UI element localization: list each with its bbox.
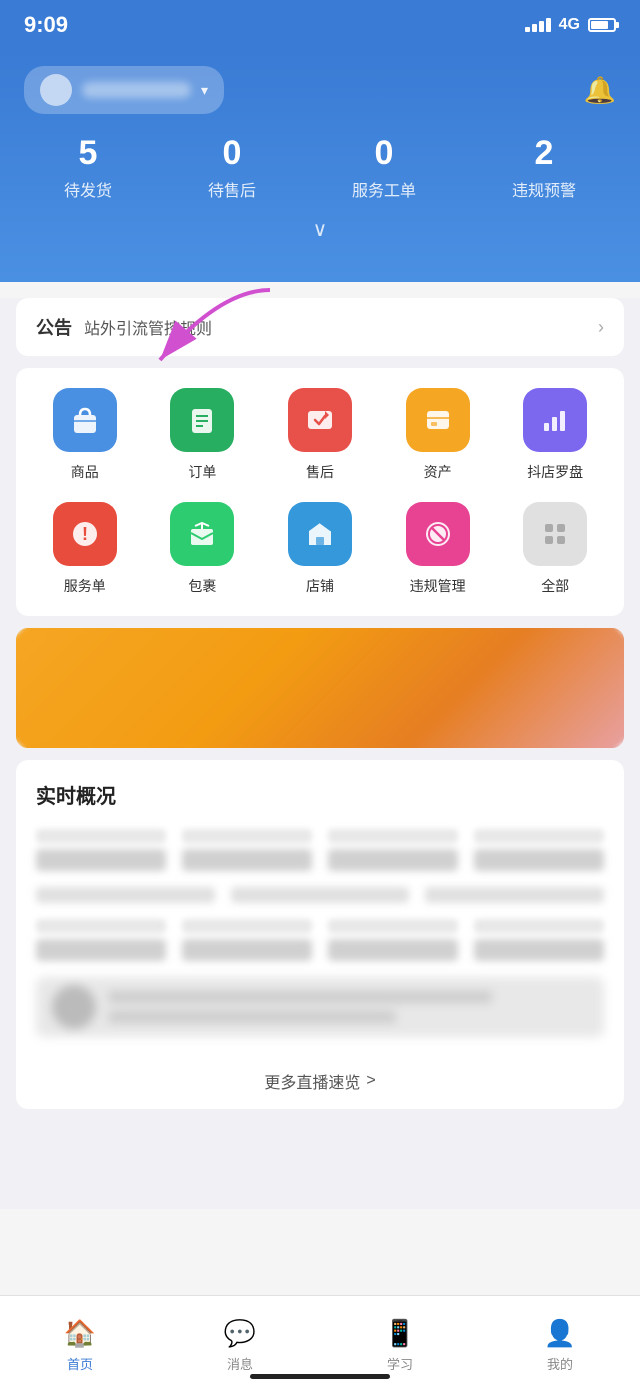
menu-item-product-label: 商品: [71, 462, 99, 482]
blur-stat-4: [474, 829, 604, 871]
realtime-title: 实时概况: [36, 780, 604, 809]
blur-stats-grid: [36, 829, 604, 871]
blur-wide-row: [36, 977, 604, 1037]
nav-item-home[interactable]: 🏠 首页: [0, 1308, 160, 1373]
menu-item-assets[interactable]: 资产: [379, 388, 497, 482]
learn-icon: 📱: [384, 1318, 416, 1349]
status-time: 9:09: [24, 12, 68, 38]
nav-label-home: 首页: [67, 1354, 93, 1373]
blur-stat-5: [36, 919, 166, 961]
menu-item-parcel[interactable]: 包裹: [144, 502, 262, 596]
stat-number-after-sale: 0: [223, 134, 242, 173]
menu-item-violation-label: 违规管理: [410, 576, 466, 596]
blur-stat-8: [474, 919, 604, 961]
menu-item-product[interactable]: 商品: [26, 388, 144, 482]
nav-label-message: 消息: [227, 1354, 253, 1373]
announcement-arrow-icon: ›: [598, 317, 604, 338]
svg-text:!: !: [82, 524, 88, 544]
menu-item-order[interactable]: 订单: [144, 388, 262, 482]
violation-icon: [406, 502, 470, 566]
menu-item-shop[interactable]: 店铺: [261, 502, 379, 596]
status-icons: 4G: [525, 16, 616, 34]
blur-stat-2: [182, 829, 312, 871]
service-icon: !: [53, 502, 117, 566]
battery-icon: [588, 18, 616, 32]
aftersale-icon: [288, 388, 352, 452]
more-live-text: 更多直播速览: [264, 1069, 360, 1093]
compass-icon: [523, 388, 587, 452]
blur-stats-grid-2: [36, 919, 604, 961]
stat-label-service: 服务工单: [352, 177, 416, 201]
order-icon: [170, 388, 234, 452]
stat-label-after-sale: 待售后: [208, 177, 256, 201]
assets-icon: [406, 388, 470, 452]
blur-stat-6: [182, 919, 312, 961]
blur-stat-3: [328, 829, 458, 871]
menu-item-compass[interactable]: 抖店罗盘: [496, 388, 614, 482]
menu-grid-card: 商品 订单: [16, 368, 624, 616]
chevron-down-icon: ▾: [201, 82, 208, 99]
home-icon: 🏠: [64, 1318, 96, 1349]
expand-chevron-icon: ∨: [313, 217, 328, 242]
nav-label-learn: 学习: [387, 1354, 413, 1373]
nav-item-message[interactable]: 💬 消息: [160, 1308, 320, 1373]
menu-item-shop-label: 店铺: [306, 576, 334, 596]
message-icon: 💬: [224, 1318, 256, 1349]
menu-item-all-label: 全部: [541, 576, 569, 596]
banner-overlay: [16, 628, 624, 748]
expand-row[interactable]: ∨: [0, 209, 640, 258]
realtime-card: 实时概况: [16, 760, 624, 1109]
stat-number-service: 0: [375, 134, 394, 173]
nav-label-mine: 我的: [547, 1354, 573, 1373]
nav-item-mine[interactable]: 👤 我的: [480, 1308, 640, 1373]
network-label: 4G: [559, 16, 580, 34]
shop-icon: [288, 502, 352, 566]
stat-item-after-sale[interactable]: 0 待售后: [208, 134, 256, 201]
banner-card[interactable]: [16, 628, 624, 748]
stats-row: 5 待发货 0 待售后 0 服务工单 2 违规预警: [0, 134, 640, 209]
stat-number-pending-ship: 5: [79, 134, 98, 173]
main-content: 公告 站外引流管控规则 › 商品: [0, 298, 640, 1209]
menu-item-service-label: 服务单: [64, 576, 106, 596]
home-indicator: [250, 1374, 390, 1379]
blur-stat-1: [36, 829, 166, 871]
store-name-blur: [82, 82, 191, 98]
stat-label-pending-ship: 待发货: [64, 177, 112, 201]
header-section: ▾ 🔔 5 待发货 0 待售后 0 服务工单 2 违规预警 ∨: [0, 50, 640, 282]
blur-row-1: [36, 887, 604, 903]
menu-item-service[interactable]: ! 服务单: [26, 502, 144, 596]
blur-stat-7: [328, 919, 458, 961]
mine-icon: 👤: [544, 1318, 576, 1349]
product-icon: [53, 388, 117, 452]
store-selector[interactable]: ▾: [24, 66, 224, 114]
menu-item-assets-label: 资产: [424, 462, 452, 482]
stat-item-service[interactable]: 0 服务工单: [352, 134, 416, 201]
menu-item-aftersale-label: 售后: [306, 462, 334, 482]
status-bar: 9:09 4G: [0, 0, 640, 50]
announcement-text: 站外引流管控规则: [84, 315, 586, 339]
menu-grid: 商品 订单: [26, 388, 614, 596]
more-live-row[interactable]: 更多直播速览 >: [36, 1053, 604, 1109]
announcement-tag: 公告: [36, 314, 72, 340]
menu-item-order-label: 订单: [188, 462, 216, 482]
store-avatar: [40, 74, 72, 106]
menu-item-aftersale[interactable]: 售后: [261, 388, 379, 482]
bottom-nav: 🏠 首页 💬 消息 📱 学习 👤 我的: [0, 1295, 640, 1385]
menu-item-violation[interactable]: 违规管理: [379, 502, 497, 596]
stat-number-violation: 2: [535, 134, 554, 173]
stat-item-violation[interactable]: 2 违规预警: [512, 134, 576, 201]
store-selector-row: ▾ 🔔: [0, 50, 640, 134]
nav-item-learn[interactable]: 📱 学习: [320, 1308, 480, 1373]
menu-item-compass-label: 抖店罗盘: [527, 462, 583, 482]
more-live-arrow-icon: >: [366, 1072, 375, 1090]
parcel-icon: [170, 502, 234, 566]
signal-icon: [525, 18, 551, 32]
stat-label-violation: 违规预警: [512, 177, 576, 201]
stat-item-pending-ship[interactable]: 5 待发货: [64, 134, 112, 201]
all-icon: [523, 502, 587, 566]
menu-item-parcel-label: 包裹: [188, 576, 216, 596]
menu-item-all[interactable]: 全部: [496, 502, 614, 596]
announcement-bar[interactable]: 公告 站外引流管控规则 ›: [16, 298, 624, 356]
bell-icon[interactable]: 🔔: [584, 75, 616, 106]
